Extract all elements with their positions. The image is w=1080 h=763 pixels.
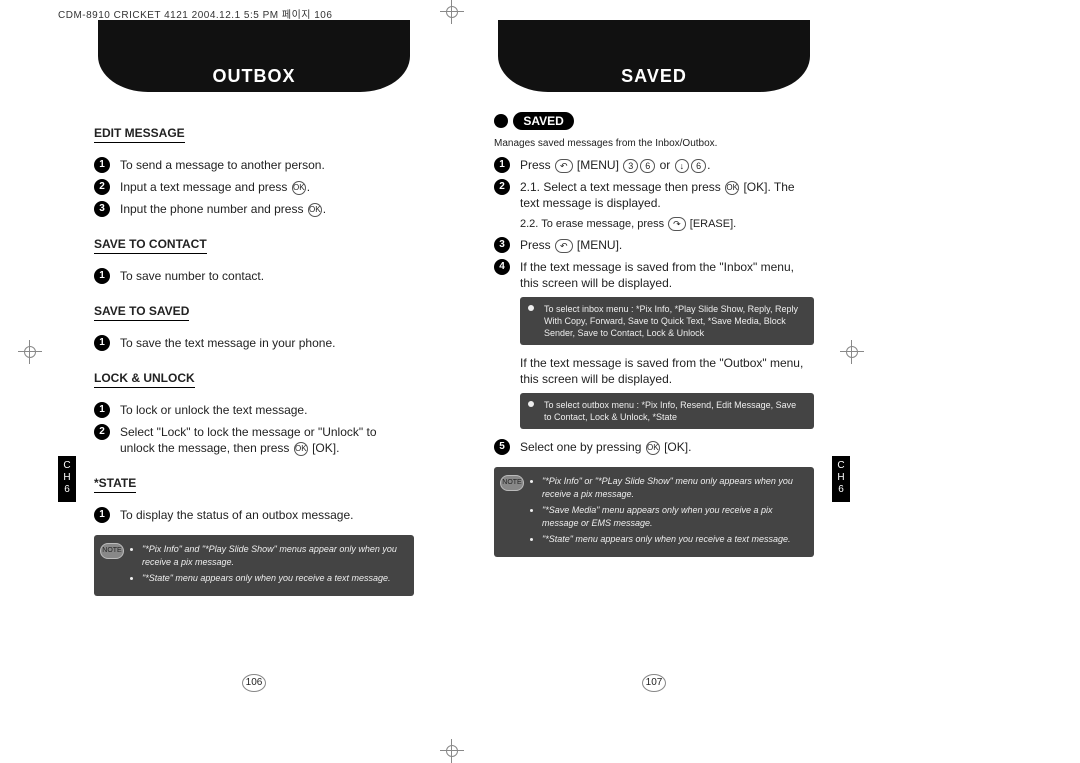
step-text: To display the status of an outbox messa… (120, 507, 414, 523)
step-number: 1 (94, 335, 110, 351)
step-number: 1 (94, 402, 110, 418)
ok-key-icon: OK (646, 441, 660, 455)
note-badge: NOTE (500, 475, 524, 491)
note-item: "*State" menu appears only when you rece… (142, 572, 404, 585)
subtitle: Manages saved messages from the Inbox/Ou… (494, 138, 814, 149)
step-text: If the text message is saved from the "I… (520, 259, 814, 291)
step-number: 1 (94, 157, 110, 173)
nav-down-icon: ↓ (675, 159, 690, 173)
step-text: To save the text message in your phone. (120, 335, 414, 351)
saved-heading: SAVED (494, 112, 814, 134)
pill-saved: SAVED (513, 112, 573, 130)
key-6-icon: 6 (691, 159, 706, 173)
softkey-left-icon: ↶ (555, 159, 573, 173)
crop-mark-bottom (440, 739, 464, 763)
section-save-contact: SAVE TO CONTACT (94, 237, 207, 254)
step-number: 1 (94, 268, 110, 284)
page-title: OUTBOX (58, 66, 450, 87)
section-state: *STATE (94, 476, 136, 493)
page-title: SAVED (458, 66, 850, 87)
crop-mark-left (18, 340, 42, 364)
page-number-left: 106 (58, 674, 450, 692)
step-text: Select one by pressing OK [OK]. (520, 439, 814, 455)
header-print-info: CDM-8910 CRICKET 4121 2004.12.1 5:5 PM 페… (58, 6, 332, 21)
info-inbox-menu: To select inbox menu : *Pix Info, *Play … (520, 297, 814, 345)
section-edit-message: EDIT MESSAGE (94, 126, 185, 143)
step-number: 5 (494, 439, 510, 455)
step-number: 2 (94, 424, 110, 440)
chapter-tab-left: C H 6 (58, 456, 76, 502)
note-item: "*State" menu appears only when you rece… (542, 533, 804, 546)
step-text: To send a message to another person. (120, 157, 414, 173)
info-outbox-menu: To select outbox menu : *Pix Info, Resen… (520, 393, 814, 429)
bullet-icon (494, 114, 508, 128)
step-text: Input a text message and press OK. (120, 179, 414, 195)
section-lock-unlock: LOCK & UNLOCK (94, 371, 195, 388)
chapter-tab-right: C H 6 (832, 456, 850, 502)
step-number: 1 (94, 507, 110, 523)
note-item: "*Save Media" menu appears only when you… (542, 504, 804, 530)
step-number: 2 (94, 179, 110, 195)
step-number: 1 (494, 157, 510, 173)
ok-key-icon: OK (308, 203, 322, 217)
step-number: 4 (494, 259, 510, 275)
note-badge: NOTE (100, 543, 124, 559)
page-number-right: 107 (458, 674, 850, 692)
section-save-saved: SAVE TO SAVED (94, 304, 189, 321)
key-3-icon: 3 (623, 159, 638, 173)
ok-key-icon: OK (725, 181, 739, 195)
step-text: To save number to contact. (120, 268, 414, 284)
step-number: 3 (94, 201, 110, 217)
header-tab-saved: SAVED (458, 20, 850, 92)
note-item: "*Pix Info" or "*PLay Slide Show" menu o… (542, 475, 804, 501)
page-right: SAVED C H 6 SAVED Manages saved messages… (458, 20, 850, 720)
page-left: OUTBOX C H 6 EDIT MESSAGE 1 To send a me… (58, 20, 450, 720)
note-item: "*Pix Info" and "*Play Slide Show" menus… (142, 543, 404, 569)
step-text: Select "Lock" to lock the message or "Un… (120, 424, 414, 456)
header-tab-outbox: OUTBOX (58, 20, 450, 92)
step-text: To lock or unlock the text message. (120, 402, 414, 418)
softkey-right-icon: ↷ (668, 217, 686, 231)
softkey-left-icon: ↶ (555, 239, 573, 253)
step-number: 3 (494, 237, 510, 253)
step-text: Press ↶ [MENU] 36 or ↓6. (520, 157, 814, 173)
mid-text: If the text message is saved from the "O… (520, 355, 814, 387)
ok-key-icon: OK (294, 442, 308, 456)
content-left: EDIT MESSAGE 1 To send a message to anot… (94, 112, 414, 596)
step-number: 2 (494, 179, 510, 195)
content-right: SAVED Manages saved messages from the In… (494, 112, 814, 557)
note-box-left: NOTE "*Pix Info" and "*Play Slide Show" … (94, 535, 414, 596)
step-text: Input the phone number and press OK. (120, 201, 414, 217)
ok-key-icon: OK (292, 181, 306, 195)
step-subtext: 2.2. To erase message, press ↷ [ERASE]. (520, 217, 814, 231)
step-text: Press ↶ [MENU]. (520, 237, 814, 253)
note-box-right: NOTE "*Pix Info" or "*PLay Slide Show" m… (494, 467, 814, 557)
step-text: 2.1. Select a text message then press OK… (520, 179, 814, 211)
key-6-icon: 6 (640, 159, 655, 173)
